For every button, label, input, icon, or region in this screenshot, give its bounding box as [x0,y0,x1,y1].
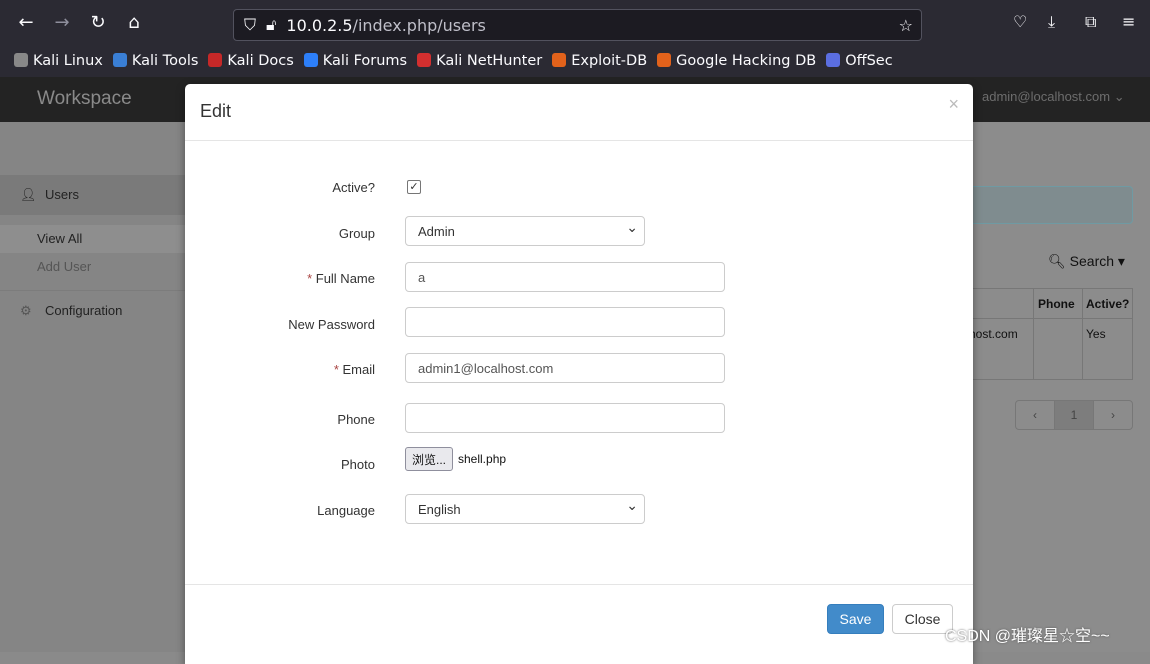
bookmark-favicon-icon [417,52,432,67]
bookmark-label: Exploit-DB [571,52,648,69]
bookmark-favicon-icon [208,52,223,67]
fullname-input[interactable]: a [405,262,725,292]
bookmark-label: Kali NetHunter [436,52,543,69]
bookmark-label: Kali Docs [227,52,294,69]
pagination: ‹ 1 › [1015,400,1133,430]
search-label: Search [1069,253,1115,269]
bookmark-item[interactable]: Kali NetHunter [417,52,543,69]
forward-icon[interactable]: → [44,12,80,33]
gear-icon: ⚙ [20,303,32,318]
bookmark-item[interactable]: OffSec [826,52,893,69]
bookmark-favicon-icon [303,52,318,67]
sidebar-item-configuration[interactable]: ⚙ Configuration [0,290,190,330]
page-1-button[interactable]: 1 [1055,401,1094,429]
phone-label: Phone [337,412,375,427]
bookmark-label: Google Hacking DB [676,52,817,69]
watermark: CSDN @璀璨星☆空~~ [945,628,1110,645]
bookmark-item[interactable]: Kali Forums [303,52,408,69]
group-value: Admin [418,223,455,239]
language-label: Language [317,503,375,518]
next-page-button[interactable]: › [1094,401,1132,429]
password-label: New Password [288,317,375,332]
bookmark-label: OffSec [845,52,893,69]
bookmark-label: Kali Tools [131,52,199,69]
sidebar-item-add-user[interactable]: Add User [0,253,190,281]
bookmark-label: Kali Linux [33,52,103,69]
browse-button[interactable]: 浏览... [405,447,453,471]
sidebar-label: Users [45,187,79,202]
bookmark-item[interactable]: Kali Tools [112,52,199,69]
modal-title: Edit [200,101,232,121]
close-icon[interactable]: × [948,94,959,115]
edit-modal: Edit× Active? ✓ Group Admin * Full Name … [185,84,973,664]
group-label: Group [338,226,375,241]
sidebar-label: Configuration [45,303,123,318]
fullname-label: Full Name [315,271,375,286]
cell-email: host.com [969,327,1018,341]
star-icon[interactable]: ☆ [899,16,913,35]
home-icon[interactable]: ⌂ [116,12,152,33]
active-checkbox[interactable]: ✓ [407,180,421,194]
insecure-lock-icon: 🔓︎ [266,15,277,34]
users-table: Phone Active? host.com Yes [960,288,1133,380]
column-header-phone[interactable]: Phone [1038,297,1075,311]
save-button[interactable]: Save [827,604,884,634]
download-icon[interactable]: ⤓ [1048,12,1055,32]
bookmark-favicon-icon [112,52,127,67]
url-bar[interactable]: ⛉ 🔓︎ 10.0.2.5/index.php/users ☆ [233,9,922,41]
user-icon: 👤︎ [20,187,37,202]
cell-active: Yes [1086,327,1106,341]
user-email: admin@localhost.com [982,89,1111,104]
prev-page-button[interactable]: ‹ [1016,401,1055,429]
bookmark-item[interactable]: Kali Linux [14,52,103,69]
language-select[interactable]: English [405,494,645,524]
back-icon[interactable]: ← [8,12,44,33]
url-host: 10.0.2.5 [286,15,353,35]
language-value: English [418,501,461,517]
photo-filename: shell.php [458,452,507,466]
bookmark-item[interactable]: Google Hacking DB [657,52,817,69]
modal-footer-divider [185,584,973,585]
menu-icon[interactable]: ≡ [1122,12,1135,31]
bookmark-favicon-icon [657,52,672,67]
extensions-icon[interactable]: ⧉ [1085,12,1096,32]
bookmark-item[interactable]: Kali Docs [208,52,294,69]
search-dropdown[interactable]: 🔍︎ Search ▾ [1048,253,1125,270]
pocket-icon[interactable]: ♡ [1013,12,1027,31]
group-select[interactable]: Admin [405,216,645,246]
phone-input[interactable] [405,403,725,433]
email-label: Email [342,362,375,377]
sidebar-item-view-all[interactable]: View All [0,225,190,253]
url-path: /index.php/users [352,15,486,35]
bookmark-item[interactable]: Exploit-DB [552,52,648,69]
search-icon: 🔍︎ [1048,253,1066,269]
reload-icon[interactable]: ↻ [80,12,116,33]
bookmark-label: Kali Forums [322,52,408,69]
shield-icon: ⛉ [244,15,257,34]
chevron-down-icon: ⌄ [1113,89,1125,104]
bookmarks-bar: Kali Linux Kali Tools Kali Docs Kali Forums… [0,44,1150,77]
close-button[interactable]: Close [892,604,953,634]
sidebar-item-users[interactable]: 👤︎ Users [0,175,190,215]
column-header-active[interactable]: Active? [1086,297,1129,311]
info-alert [960,186,1133,224]
bookmark-favicon-icon [826,52,841,67]
photo-label: Photo [341,457,375,472]
email-input[interactable]: admin1@localhost.com [405,353,725,383]
bookmark-favicon-icon [552,52,567,67]
user-menu[interactable]: admin@localhost.com ⌄ [982,89,1125,105]
brand[interactable]: Workspace [37,88,132,110]
sidebar: 👤︎ Users View All Add User ⚙ Configuration [0,122,190,652]
active-label: Active? [332,180,375,195]
password-input[interactable] [405,307,725,337]
bookmark-favicon-icon [14,52,28,67]
